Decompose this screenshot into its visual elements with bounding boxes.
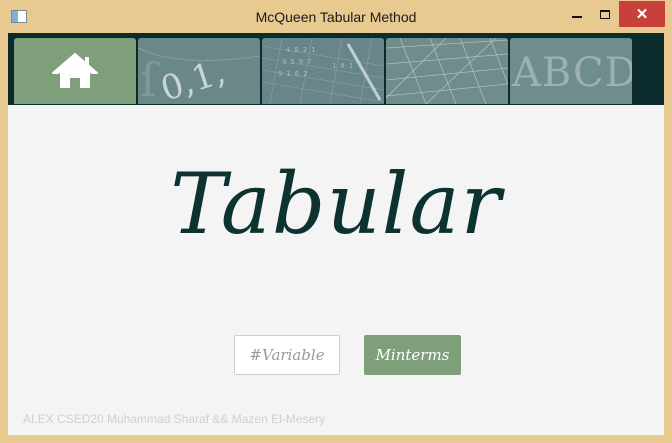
svg-text:ABCD: ABCD (511, 50, 632, 96)
minterms-button[interactable]: Minterms (364, 335, 461, 375)
letters-image: ABCD (510, 38, 632, 104)
nav-home-tab[interactable] (14, 38, 136, 104)
app-content: ſ 0,1, 4 8 2 13 5 0 7 9 1 6 2 1 0 1 ABCD… (8, 33, 664, 435)
credits-label: ALEX CSED20 Muhammad Sharaf && Mazen El-… (23, 412, 326, 426)
page-title: Tabular (170, 155, 502, 253)
svg-text:ſ: ſ (140, 53, 160, 104)
nav-grid-numbers-tab[interactable]: 4 8 2 1 3 5 0 7 9 1 6 2 1 0 1 (262, 38, 384, 104)
nav-numbers-tab[interactable]: ſ 0,1, (138, 38, 260, 104)
home-icon (52, 53, 98, 88)
minimize-icon (572, 16, 582, 18)
graph-paper-image (386, 38, 508, 104)
close-button[interactable]: ✕ (619, 1, 665, 27)
svg-text:9 1 6 2: 9 1 6 2 (278, 70, 308, 78)
svg-text:1 0 1: 1 0 1 (332, 62, 353, 70)
maximize-button[interactable] (591, 1, 619, 27)
minimize-button[interactable] (563, 1, 591, 27)
numbers-image: ſ 0,1, (138, 38, 260, 104)
app-window: McQueen Tabular Method ✕ ſ 0,1, 4 8 2 1 … (0, 0, 672, 443)
nav-letters-tab[interactable]: ABCD (510, 38, 632, 104)
variable-input[interactable] (234, 335, 340, 375)
title-bar[interactable]: McQueen Tabular Method ✕ (0, 0, 672, 33)
nav-bar: ſ 0,1, 4 8 2 13 5 0 7 9 1 6 2 1 0 1 ABCD (8, 33, 664, 105)
grid-numbers-image: 4 8 2 1 3 5 0 7 9 1 6 2 1 0 1 (262, 38, 384, 104)
svg-text:4 8 2 1: 4 8 2 1 (286, 46, 316, 54)
nav-graph-paper-tab[interactable] (386, 38, 508, 104)
maximize-icon (600, 9, 610, 19)
svg-text:3 5 0 7: 3 5 0 7 (282, 58, 312, 66)
